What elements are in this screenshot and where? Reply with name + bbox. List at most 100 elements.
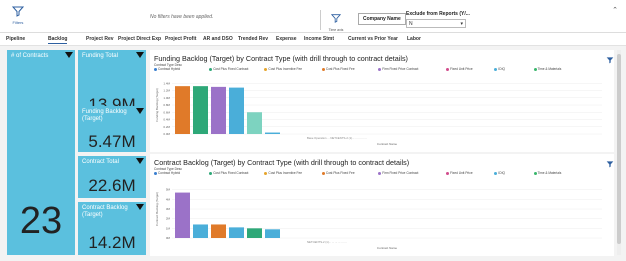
legend-item[interactable]: Cost Plus Fixed Contract xyxy=(209,171,248,175)
legend-item[interactable]: Cost Plus Fixed Fee xyxy=(321,67,355,71)
legend-item[interactable]: Cost Plus Fixed Fee xyxy=(321,171,355,175)
tab-ar-and-dso[interactable]: AR and DSO xyxy=(203,36,233,42)
tab-pipeline[interactable]: Pipeline xyxy=(6,36,25,42)
legend-item[interactable]: Time & Materials xyxy=(533,67,561,71)
contracts-count-card[interactable]: # of Contracts 23 xyxy=(7,50,75,255)
tab-expense[interactable]: Expense xyxy=(276,36,297,42)
chevron-down-icon: ▾ xyxy=(460,21,463,27)
y-tick-label: 0.4M xyxy=(163,118,170,122)
bar[interactable] xyxy=(265,229,280,238)
y-axis-label: Funding Backlog (Target) xyxy=(155,88,159,122)
tab-trended-rev[interactable]: Trended Rev xyxy=(238,36,268,42)
tab-current-vs-prior-year[interactable]: Current vs Prior Year xyxy=(348,36,398,42)
scrollbar-thumb[interactable] xyxy=(617,54,621,244)
y-tick-label: 2M xyxy=(166,217,171,221)
legend-dot xyxy=(378,67,382,71)
drill-icon[interactable] xyxy=(136,158,144,164)
contract-backlog-card[interactable]: Contract Backlog (Target) 14.2M xyxy=(78,202,146,255)
y-axis-label: Contract Backlog (Target) xyxy=(155,192,159,226)
contract-backlog-title: Contract Backlog (Target) xyxy=(82,205,128,218)
tab-backlog[interactable]: Backlog xyxy=(48,36,68,44)
contract-total-card[interactable]: Contract Total 22.6M xyxy=(78,156,146,198)
y-tick-label: 1.2M xyxy=(163,89,170,93)
legend-item[interactable]: Cost Plus Incentive Fee xyxy=(264,67,302,71)
legend-item[interactable]: Fixed Unit Price xyxy=(446,171,473,175)
legend-dot xyxy=(446,171,450,175)
tab-income-stmt[interactable]: Income Stmt xyxy=(304,36,334,42)
time-axis-button[interactable]: Time axis xyxy=(320,10,347,32)
legend-dot xyxy=(533,67,537,71)
legend-dot xyxy=(378,171,382,175)
bar[interactable] xyxy=(193,86,208,134)
bar-chart: 0.0M 0.2M 0.4M 0.6M 0.8M 1.0M 1.2M 1.4M Funding … xyxy=(155,81,602,146)
legend-item[interactable]: Cost Plus Fixed Contract xyxy=(209,67,248,71)
legend-item[interactable]: Firm Fixed Price Contract xyxy=(378,67,418,71)
drill-icon[interactable] xyxy=(65,52,73,58)
legend-dot xyxy=(321,67,325,71)
page-tabs: Pipeline Backlog Project Rev Project Direct… xyxy=(0,33,626,46)
chart-title: Funding Backlog (Target) by Contract Typ… xyxy=(154,54,408,63)
drill-icon[interactable] xyxy=(136,52,144,58)
funding-backlog-card[interactable]: Funding Backlog (Target) 5.47M xyxy=(78,106,146,152)
chart-legend: Contract Hybrid Cost Plus Fixed Contract C… xyxy=(154,171,561,176)
bar[interactable] xyxy=(175,86,190,134)
vertical-scrollbar[interactable] xyxy=(617,50,621,255)
funding-total-card[interactable]: Funding Total xyxy=(78,50,146,93)
tab-project-direct-exp[interactable]: Project Direct Exp xyxy=(118,36,161,42)
y-tick-label: 1.0M xyxy=(163,96,170,100)
y-tick-label: 0.2M xyxy=(163,125,170,129)
bar[interactable] xyxy=(175,192,190,238)
y-tick-label: 0M xyxy=(166,236,171,240)
legend-dot xyxy=(264,67,268,71)
legend-dot xyxy=(154,171,157,175)
tab-project-profit[interactable]: Project Profit xyxy=(165,36,196,42)
legend-item[interactable]: Cost Plus Incentive Fee xyxy=(264,171,302,175)
legend-item[interactable]: IDIQ xyxy=(494,171,505,175)
y-tick-label: 1.4M xyxy=(163,81,170,85)
drill-icon[interactable] xyxy=(136,108,144,114)
collapse-icon[interactable]: ⌃ xyxy=(612,6,618,14)
legend-item[interactable]: Fixed Unit Price xyxy=(446,67,473,71)
bar[interactable] xyxy=(247,112,262,134)
legend-item[interactable]: Contract Hybrid xyxy=(154,171,180,175)
y-tick-label: 0.0M xyxy=(163,132,170,136)
legend-dot xyxy=(154,67,157,71)
chart-legend: Contract Hybrid Cost Plus Fixed Contract C… xyxy=(154,67,561,72)
contract-backlog-chart-panel: 0M 1M 2M 3M 4M 5M Contract Backlog (Target) NET… xyxy=(150,154,614,256)
bar[interactable] xyxy=(265,132,280,134)
legend-item[interactable]: Contract Hybrid xyxy=(154,67,180,71)
bar[interactable] xyxy=(247,228,262,238)
exclude-label: Exclude from Reports (Y/... xyxy=(406,11,470,17)
x-axis-label: Contract Name xyxy=(377,142,398,146)
bar[interactable] xyxy=(193,224,208,238)
legend-dot xyxy=(321,171,325,175)
drill-icon[interactable] xyxy=(136,204,144,210)
y-tick-label: 5M xyxy=(166,188,171,192)
filters-button[interactable]: Filters xyxy=(6,4,30,28)
bar[interactable] xyxy=(211,224,226,238)
contracts-count-title: # of Contracts xyxy=(11,53,49,59)
contract-backlog-value: 14.2M xyxy=(88,233,136,252)
legend-dot xyxy=(209,67,213,71)
bar[interactable] xyxy=(211,86,226,134)
bar[interactable] xyxy=(229,227,244,238)
chart-title: Contract Backlog (Target) by Contract Ty… xyxy=(154,158,410,167)
funding-total-title: Funding Total xyxy=(82,53,118,59)
legend-item[interactable]: Firm Fixed Price Contract xyxy=(378,171,418,175)
exclude-value: N xyxy=(409,21,413,27)
exclude-dropdown[interactable]: N ▾ xyxy=(406,19,466,28)
x-tick-labels: Base Operation ... NETCENTS-2 (1)... ...… xyxy=(307,136,367,140)
y-tick-label: 0.8M xyxy=(163,103,170,107)
filters-label: Filters xyxy=(12,20,24,25)
legend-dot xyxy=(264,171,268,175)
tab-project-rev[interactable]: Project Rev xyxy=(86,36,114,42)
legend-item[interactable]: Time & Materials xyxy=(533,171,561,175)
bar[interactable] xyxy=(229,87,244,134)
y-tick-label: 3M xyxy=(166,207,171,211)
funnel-icon xyxy=(11,6,25,17)
tab-labor[interactable]: Labor xyxy=(407,36,421,42)
company-name-button[interactable]: Company Name xyxy=(358,13,406,25)
legend-item[interactable]: IDIQ xyxy=(494,67,505,71)
contracts-count-value: 23 xyxy=(19,200,63,242)
funnel-icon xyxy=(330,14,342,23)
